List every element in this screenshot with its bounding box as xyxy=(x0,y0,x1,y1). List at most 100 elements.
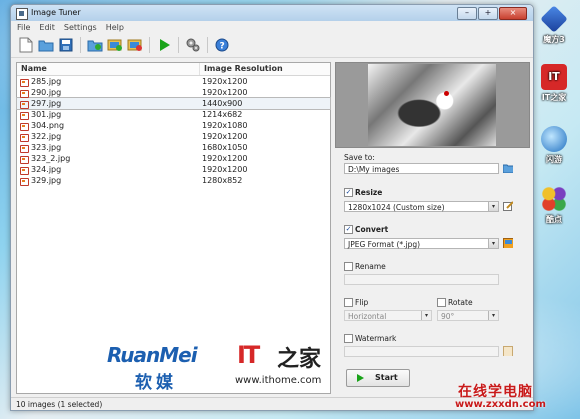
toolbar-separator xyxy=(149,37,150,53)
close-button[interactable]: × xyxy=(499,7,527,20)
watermark-checkbox[interactable] xyxy=(344,334,353,343)
save-to-field[interactable]: D:\My images xyxy=(344,163,499,174)
image-resolution: 1920x1200 xyxy=(202,88,248,97)
settings-button[interactable] xyxy=(184,36,202,54)
ruanmei-cn-logo: 软媒 xyxy=(135,373,177,393)
menu-edit[interactable]: Edit xyxy=(39,23,55,32)
toolbar-separator xyxy=(207,37,208,53)
svg-text:?: ? xyxy=(220,42,225,52)
start-toolbar-button[interactable] xyxy=(155,36,173,54)
flip-checkbox[interactable] xyxy=(344,298,353,307)
kudian-icon xyxy=(541,186,567,212)
new-button[interactable] xyxy=(17,36,35,54)
save-button[interactable] xyxy=(57,36,75,54)
shanyou-icon xyxy=(541,126,567,152)
add-images-icon xyxy=(107,39,122,51)
ithome-icon: IT xyxy=(541,64,567,90)
image-resolution: 1920x1200 xyxy=(202,154,248,163)
file-name: 297.jpg xyxy=(31,99,62,108)
file-row[interactable]: 304.png 1920x1080 xyxy=(17,120,330,131)
watermark-settings-icon[interactable] xyxy=(503,346,513,356)
rotate-value: 90° xyxy=(441,312,455,321)
watermark-label: Watermark xyxy=(355,334,397,343)
play-icon xyxy=(357,374,364,382)
file-name-cell: 324.jpg xyxy=(17,164,202,175)
add-folder-button[interactable] xyxy=(86,36,104,54)
resize-label: Resize xyxy=(355,188,383,197)
save-to-label: Save to: xyxy=(344,153,375,162)
file-name: 322.jpg xyxy=(31,132,62,141)
file-row[interactable]: 297.jpg 1440x900 xyxy=(16,97,331,110)
image-resolution: 1440x900 xyxy=(202,99,243,108)
help-button[interactable]: ? xyxy=(213,36,231,54)
rotate-select[interactable]: 90° ▾ xyxy=(437,310,499,321)
minimize-button[interactable]: – xyxy=(457,7,477,20)
image-file-icon xyxy=(20,78,29,87)
file-name: 285.jpg xyxy=(31,77,62,86)
file-row[interactable]: 324.jpg 1920x1200 xyxy=(17,164,330,175)
image-preview xyxy=(335,62,530,148)
site-watermark: 在线学电脑 xyxy=(458,384,533,400)
file-row[interactable]: 285.jpg 1920x1200 xyxy=(17,76,330,87)
rename-label: Rename xyxy=(355,262,386,271)
desktop-icon-shanyou[interactable]: 闪游 xyxy=(529,126,579,165)
settings-icon xyxy=(186,38,200,52)
image-file-icon xyxy=(20,111,29,120)
file-row[interactable]: 323.jpg 1680x1050 xyxy=(17,142,330,153)
image-resolution: 1214x682 xyxy=(202,110,243,119)
ithome-url: www.ithome.com xyxy=(235,375,322,386)
menu-settings[interactable]: Settings xyxy=(64,23,97,32)
file-row[interactable]: 322.jpg 1920x1200 xyxy=(17,131,330,142)
browse-folder-icon[interactable] xyxy=(503,163,513,173)
image-file-icon xyxy=(20,100,29,109)
toolbar-separator xyxy=(178,37,179,53)
open-button[interactable] xyxy=(37,36,55,54)
menu-bar: File Edit Settings Help xyxy=(11,21,533,33)
flip-value: Horizontal xyxy=(348,312,387,321)
rename-checkbox[interactable] xyxy=(344,262,353,271)
convert-label: Convert xyxy=(355,225,389,234)
menu-file[interactable]: File xyxy=(17,23,30,32)
file-name: 329.jpg xyxy=(31,176,62,185)
rename-field[interactable] xyxy=(344,274,499,285)
column-image-resolution[interactable]: Image Resolution xyxy=(200,63,283,75)
new-file-icon xyxy=(19,37,33,53)
desktop-icon-kudian[interactable]: 酷点 xyxy=(529,186,579,225)
file-row[interactable]: 290.jpg 1920x1200 xyxy=(17,87,330,98)
file-name: 301.jpg xyxy=(31,110,62,119)
format-settings-icon[interactable] xyxy=(503,238,513,248)
image-file-icon xyxy=(20,155,29,164)
remove-images-button[interactable] xyxy=(126,36,144,54)
desktop-icon-mofang[interactable]: 魔方3 xyxy=(529,5,579,45)
image-resolution: 1920x1200 xyxy=(202,77,248,86)
start-icon xyxy=(160,39,170,51)
it-logo: IT xyxy=(237,341,260,369)
file-name-cell: 285.jpg xyxy=(17,76,202,87)
title-bar[interactable]: Image Tuner – + × xyxy=(11,5,533,21)
desktop-icon-ithome[interactable]: IT IT之家 xyxy=(529,64,579,103)
edit-icon[interactable] xyxy=(503,201,513,211)
watermark-field[interactable] xyxy=(344,346,499,357)
flip-select[interactable]: Horizontal ▾ xyxy=(344,310,432,321)
start-button[interactable]: Start xyxy=(346,369,410,387)
rotate-checkbox[interactable] xyxy=(437,298,446,307)
maximize-button[interactable]: + xyxy=(478,7,498,20)
resize-select[interactable]: 1280x1024 (Custom size) ▾ xyxy=(344,201,499,212)
convert-checkbox[interactable]: ✓ xyxy=(344,225,353,234)
chevron-down-icon: ▾ xyxy=(488,202,498,211)
file-name: 290.jpg xyxy=(31,88,62,97)
file-list-header: Name Image Resolution xyxy=(17,63,330,76)
menu-help[interactable]: Help xyxy=(106,23,124,32)
column-name[interactable]: Name xyxy=(17,63,200,75)
file-row[interactable]: 329.jpg 1280x852 xyxy=(17,175,330,186)
resize-checkbox[interactable]: ✓ xyxy=(344,188,353,197)
save-icon xyxy=(59,38,73,52)
file-name-cell: 323_2.jpg xyxy=(17,153,202,164)
convert-select[interactable]: JPEG Format (*.jpg) ▾ xyxy=(344,238,499,249)
file-row[interactable]: 301.jpg 1214x682 xyxy=(17,109,330,120)
app-window: Image Tuner – + × File Edit Settings Hel… xyxy=(10,4,534,411)
file-list[interactable]: Name Image Resolution 285.jpg 1920x1200 29… xyxy=(16,62,331,394)
file-row[interactable]: 323_2.jpg 1920x1200 xyxy=(17,153,330,164)
add-images-button[interactable] xyxy=(106,36,124,54)
file-name: 324.jpg xyxy=(31,165,62,174)
